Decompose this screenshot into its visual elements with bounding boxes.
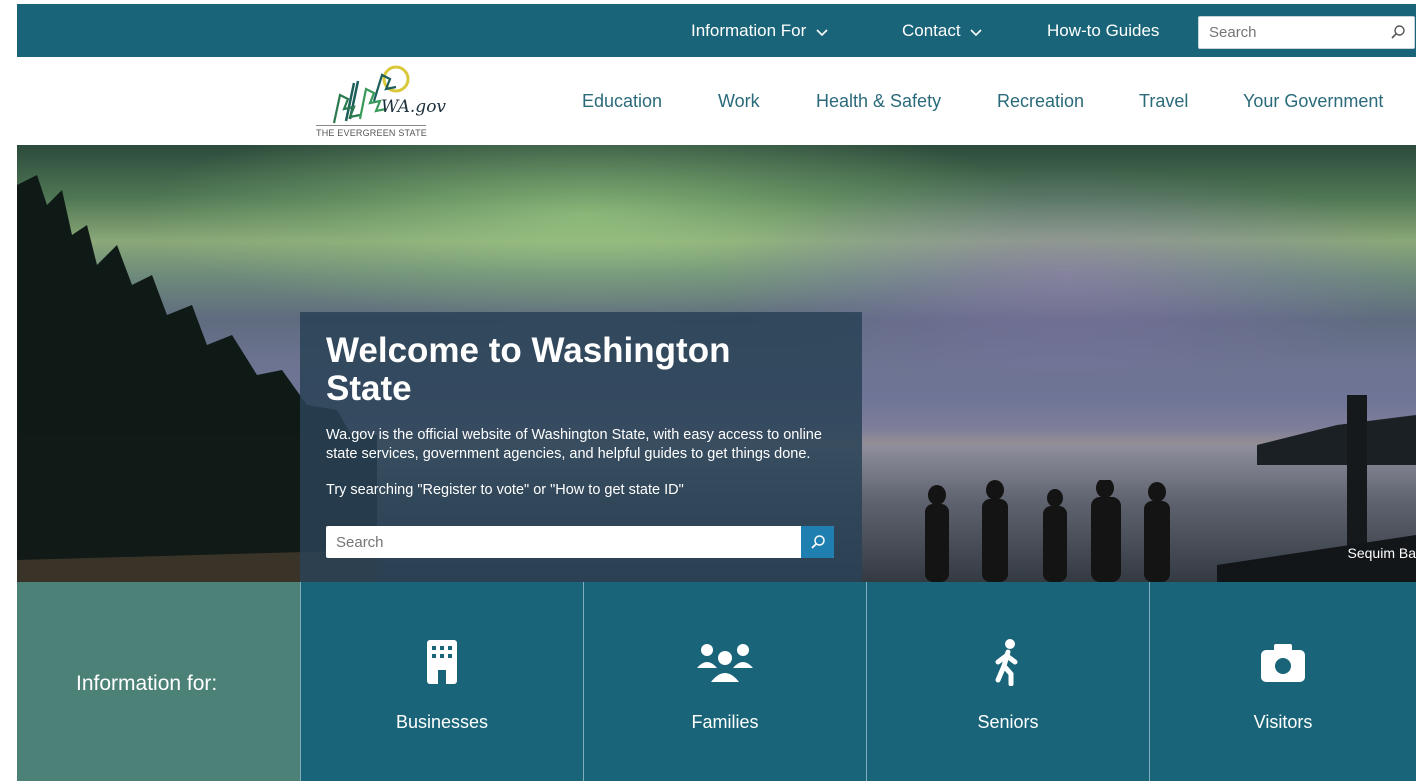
how-to-guides-link[interactable]: How-to Guides <box>1047 4 1159 57</box>
camera-icon <box>1261 644 1305 682</box>
people-silhouette <box>925 480 1170 582</box>
top-search-input[interactable] <box>1199 17 1379 48</box>
tile-seniors-label: Seniors <box>977 712 1039 732</box>
information-for-label: Information For <box>691 21 807 40</box>
search-icon[interactable] <box>1390 24 1406 40</box>
welcome-title: Welcome to Washington State <box>326 331 731 408</box>
tile-families[interactable]: Families <box>583 582 866 781</box>
nav-recreation[interactable]: Recreation <box>997 57 1084 145</box>
hero-search-input[interactable] <box>326 526 800 558</box>
information-for-heading: Information for: <box>76 672 218 695</box>
utility-bar: Information For Contact How-to Guides <box>17 4 1416 57</box>
page: Information For Contact How-to Guides WA… <box>0 0 1416 781</box>
search-icon <box>811 535 825 549</box>
tile-businesses-label: Businesses <box>395 712 489 732</box>
site-header: WA.gov THE EVERGREEN STATE Education Wor… <box>17 57 1416 145</box>
logo-tagline: THE EVERGREEN STATE <box>316 125 427 138</box>
tile-families-label: Families <box>691 712 759 732</box>
chevron-down-icon <box>816 28 828 36</box>
hero-search-box <box>326 526 834 558</box>
nav-education[interactable]: Education <box>582 57 662 145</box>
tile-businesses[interactable]: Businesses <box>300 582 583 781</box>
nav-travel[interactable]: Travel <box>1139 57 1188 145</box>
chevron-down-icon <box>970 28 982 36</box>
nav-work[interactable]: Work <box>718 57 760 145</box>
top-search-box <box>1198 16 1415 49</box>
logo-text: WA.gov <box>381 97 447 117</box>
information-for-label-cell: Information for: <box>17 582 300 781</box>
building-icon <box>427 640 457 684</box>
family-icon <box>697 644 753 682</box>
hero-banner: Welcome to Washington State Wa.gov is th… <box>17 145 1416 582</box>
tile-visitors-label: Visitors <box>1253 712 1313 732</box>
information-for-section: Information for: Businesses Families Sen… <box>17 582 1416 781</box>
welcome-card: Welcome to Washington State Wa.gov is th… <box>300 312 862 582</box>
welcome-description: Wa.gov is the official website of Washin… <box>326 427 822 462</box>
information-for-menu[interactable]: Information For <box>691 4 829 57</box>
tile-seniors[interactable]: Seniors <box>866 582 1149 781</box>
tile-visitors[interactable]: Visitors <box>1149 582 1416 781</box>
photo-caption: Sequim Ba <box>1347 545 1416 561</box>
contact-label: Contact <box>902 21 961 40</box>
walking-person-icon <box>995 639 1018 686</box>
nav-health-safety[interactable]: Health & Safety <box>816 57 941 145</box>
search-suggestion-text: Try searching "Register to vote" or "How… <box>326 482 684 498</box>
hero-search-button[interactable] <box>801 526 834 558</box>
nav-your-government[interactable]: Your Government <box>1243 57 1383 145</box>
contact-menu[interactable]: Contact <box>902 4 983 57</box>
